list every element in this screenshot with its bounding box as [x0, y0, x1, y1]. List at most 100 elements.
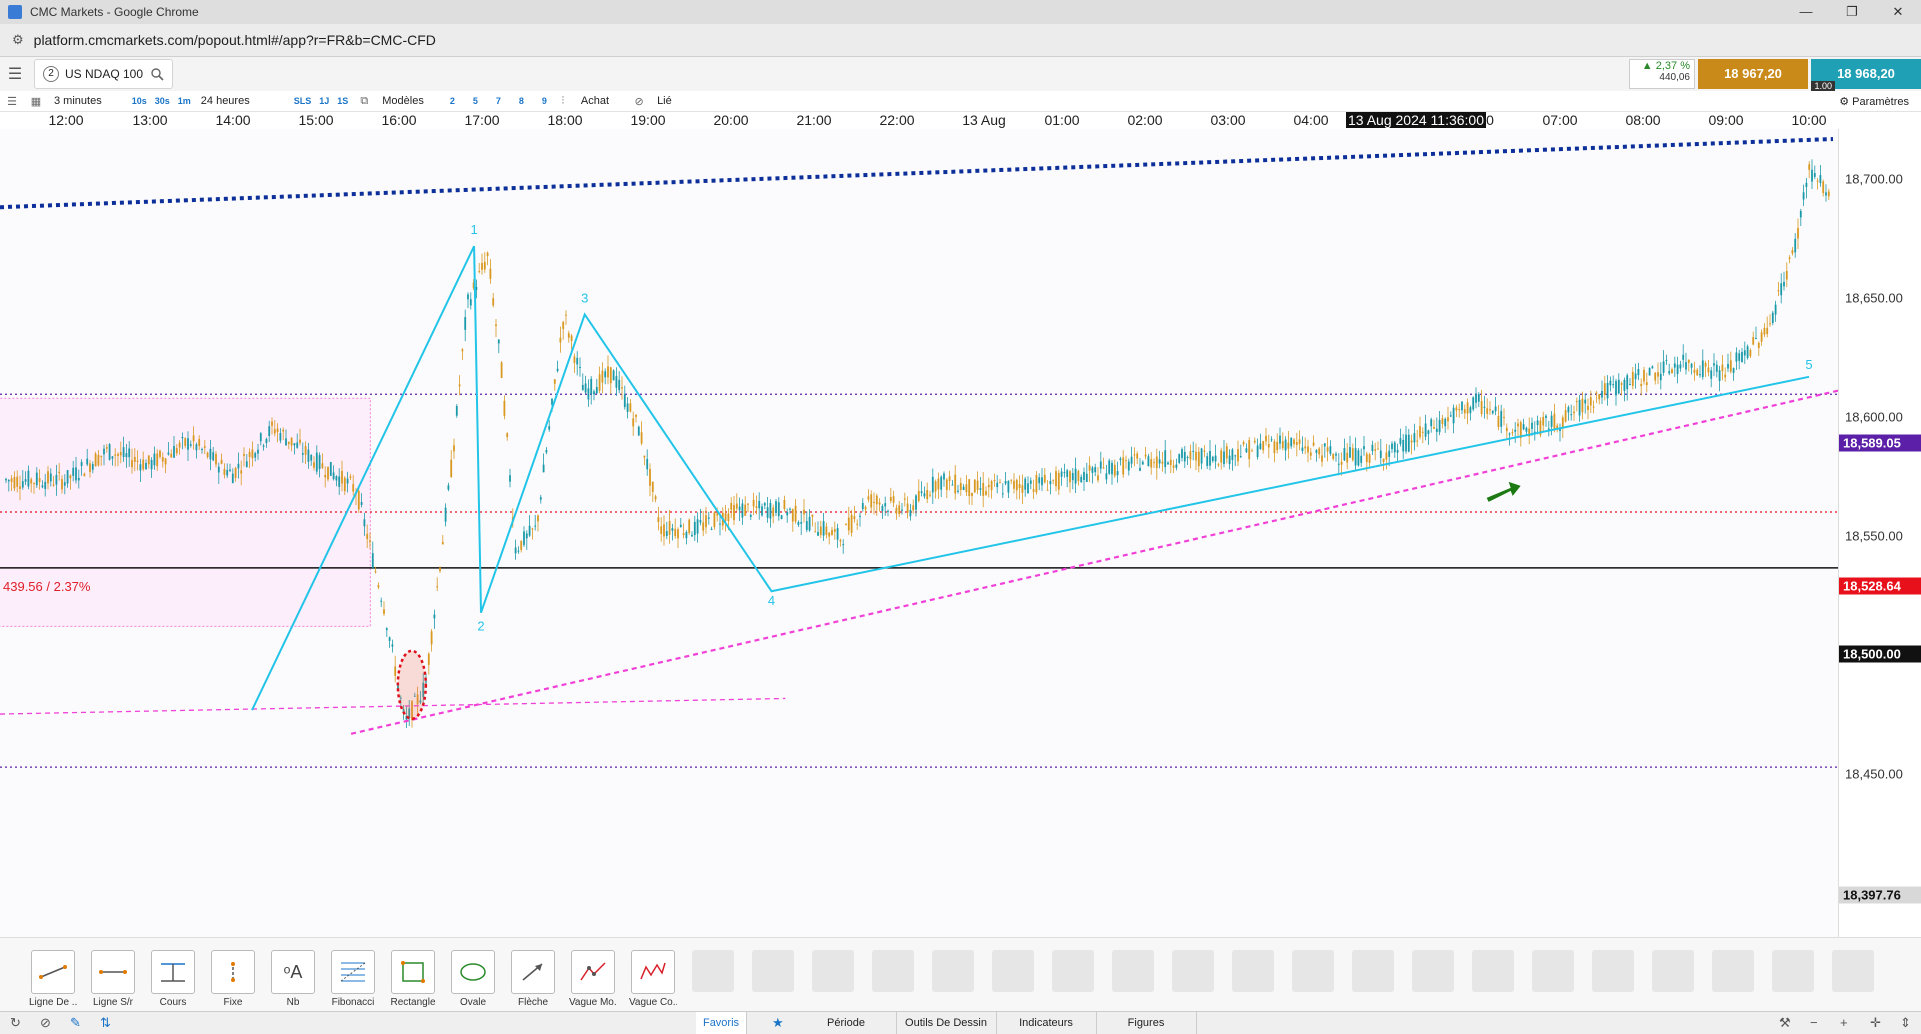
candle-body — [1071, 473, 1074, 481]
restore-icon[interactable]: ❐ — [1829, 0, 1875, 24]
move-icon[interactable]: ⇅ — [100, 1015, 111, 1031]
candle-body — [794, 505, 797, 522]
tool-wave-motive[interactable]: Vague Mo... — [569, 950, 617, 1008]
zoom-out-icon[interactable]: − — [1810, 1015, 1818, 1030]
tool-arrow[interactable]: Flèche — [509, 950, 557, 1008]
tab-favoris[interactable]: Favoris — [696, 1012, 747, 1034]
tool-sr-line[interactable]: Ligne S/r — [89, 950, 137, 1008]
candle-body — [621, 387, 623, 389]
tool-fibonacci[interactable]: Fibonacci — [329, 950, 377, 1008]
layout-grid-icon[interactable]: ▦ — [24, 95, 48, 108]
tool-oval[interactable]: Ovale — [449, 950, 497, 1008]
level-tag-black: 18,500.00 — [1839, 645, 1921, 663]
candle-body — [691, 534, 693, 537]
pencil-icon[interactable]: ✎ — [70, 1015, 81, 1031]
search-icon[interactable] — [151, 67, 164, 81]
candle-body — [220, 459, 223, 464]
buy-button[interactable]: Achat — [581, 95, 609, 107]
interval-30s[interactable]: 30s — [155, 96, 170, 106]
tool-trend-line[interactable]: Ligne De ... — [29, 950, 77, 1008]
candle-body — [1270, 439, 1273, 441]
candle-body — [587, 388, 590, 400]
candle-body — [993, 480, 996, 482]
model-2[interactable]: 2 — [450, 96, 455, 106]
crosshair-icon[interactable]: ✛ — [1870, 1015, 1881, 1031]
candle-body — [122, 447, 125, 457]
candle-body — [481, 262, 483, 270]
buy-chart-icon[interactable]: ⫶ — [551, 95, 575, 108]
interval-1m[interactable]: 1m — [178, 96, 191, 106]
tool-wave-corrective[interactable]: Vague Co... — [629, 950, 677, 1008]
tab-outils-dessin[interactable]: Outils De Dessin — [896, 1012, 997, 1034]
model-8[interactable]: 8 — [519, 96, 524, 106]
close-icon[interactable]: ✕ — [1875, 0, 1921, 24]
candle-body — [618, 379, 621, 391]
model-9[interactable]: 9 — [542, 96, 547, 106]
interval-10s[interactable]: 10s — [132, 96, 147, 106]
candle-body — [1027, 483, 1029, 494]
settings-button[interactable]: ⚙ Paramètres — [1839, 95, 1909, 108]
tool-label: Ligne De ... — [29, 997, 77, 1008]
link-icon[interactable]: ⊘ — [627, 95, 651, 108]
address-bar[interactable]: ⚙ platform.cmcmarkets.com/popout.html#/a… — [0, 24, 1921, 57]
range-1j[interactable]: 1J — [319, 96, 329, 106]
candle-body — [1707, 367, 1710, 373]
candle-body — [352, 484, 355, 492]
tab-periode[interactable]: Période — [796, 1012, 897, 1034]
candle-body — [245, 461, 248, 467]
model-7[interactable]: 7 — [496, 96, 501, 106]
sell-price-button[interactable]: 18 967,20 — [1698, 59, 1808, 89]
tools-icon[interactable]: ⚒ — [1779, 1015, 1791, 1031]
candle-body — [1365, 453, 1368, 463]
tool-text[interactable]: ᵒA Nb — [269, 950, 317, 1008]
linked-button[interactable]: Lié — [657, 95, 672, 107]
url-text[interactable]: platform.cmcmarkets.com/popout.html#/app… — [34, 32, 436, 48]
model-5[interactable]: 5 — [473, 96, 478, 106]
models-button[interactable]: Modèles — [382, 95, 424, 107]
minimize-icon[interactable]: — — [1783, 0, 1829, 24]
range-select[interactable]: 24 heures — [201, 95, 250, 107]
candle-body — [1491, 410, 1494, 414]
candle-body — [1273, 441, 1276, 454]
candle-body — [254, 453, 257, 458]
candle-body — [898, 505, 901, 515]
candle-body — [548, 426, 551, 430]
tool-fixed-line[interactable]: Fixe — [209, 950, 257, 1008]
candle-body — [332, 472, 335, 480]
candle-body — [716, 513, 719, 516]
candle-body — [945, 479, 948, 490]
list-icon[interactable]: ☰ — [0, 95, 24, 108]
candle-body — [1606, 382, 1609, 399]
candle-body — [747, 503, 749, 505]
candle-body — [226, 470, 229, 476]
menu-icon[interactable]: ☰ — [0, 64, 30, 84]
price-chart[interactable]: 1 2 3 4 5 — [0, 129, 1908, 937]
chart-area[interactable]: 1 2 3 4 5 439.56 / 2.37% — [0, 129, 1908, 937]
range-sls[interactable]: SLS — [294, 96, 312, 106]
zoom-in-icon[interactable]: + — [1840, 1015, 1848, 1030]
tab-indicateurs[interactable]: Indicateurs — [996, 1012, 1097, 1034]
candle-body — [1808, 164, 1811, 170]
candle-body — [1374, 449, 1377, 451]
fit-icon[interactable]: ⇕ — [1900, 1015, 1911, 1031]
candle-body — [735, 503, 738, 509]
candle-body — [321, 463, 324, 468]
tool-price-line[interactable]: Cours — [149, 950, 197, 1008]
models-icon[interactable]: ⧉ — [352, 95, 376, 108]
candle-body — [1183, 451, 1186, 462]
tool-rectangle[interactable]: Rectangle — [389, 950, 437, 1008]
candle-body — [1802, 192, 1805, 200]
instrument-tab[interactable]: 2 US NDAQ 100 — [34, 59, 174, 89]
price-axis[interactable]: 18,700.00 18,650.00 18,600.00 18,550.00 … — [1838, 129, 1921, 937]
site-settings-icon[interactable]: ⚙ — [12, 32, 24, 48]
range-1s[interactable]: 1S — [337, 96, 348, 106]
star-icon[interactable]: ★ — [772, 1015, 784, 1031]
candle-body — [262, 445, 265, 447]
refresh-icon[interactable]: ↻ — [10, 1015, 21, 1031]
candle-body — [7, 480, 10, 482]
tab-figures[interactable]: Figures — [1096, 1012, 1197, 1034]
no-icon[interactable]: ⊘ — [40, 1015, 51, 1031]
interval-select[interactable]: 3 minutes — [54, 95, 102, 107]
candle-body — [1312, 442, 1315, 446]
empty-tool-slot — [1412, 950, 1454, 992]
